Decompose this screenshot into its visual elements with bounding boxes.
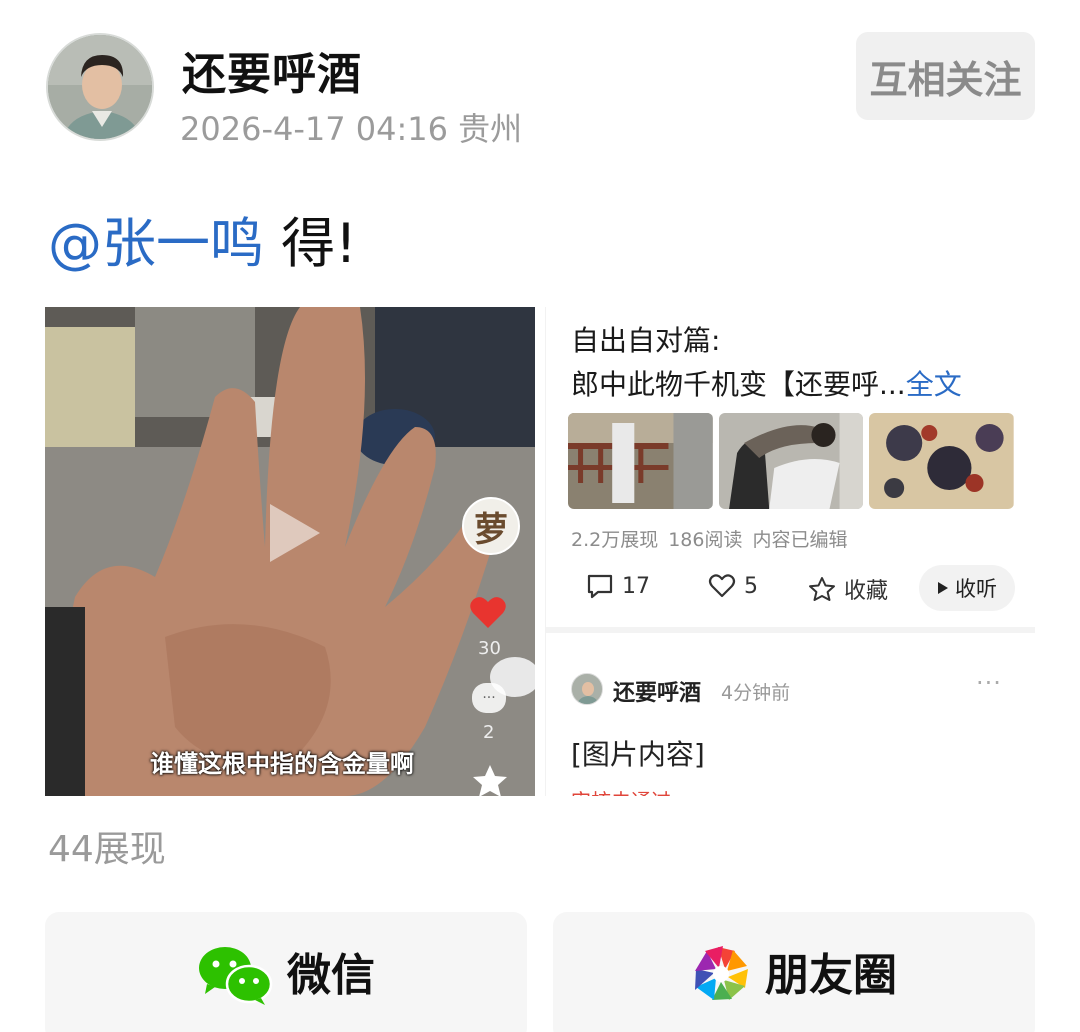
comment-author-avatar[interactable]	[571, 673, 603, 705]
article-edited-status: 内容已编辑	[752, 529, 848, 551]
article-like-count: 5	[744, 573, 758, 599]
favorite-label: 收藏	[844, 579, 889, 604]
heart-outline-icon	[708, 574, 736, 598]
article-card[interactable]: 自出自对篇: 郎中此物千机变【还要呼...全文 2.2万展现 186阅读 内容已…	[545, 307, 1035, 796]
comment-time: 4分钟前	[721, 682, 791, 704]
review-status: 审核未通过	[571, 785, 671, 796]
post-body: 得!	[264, 212, 357, 275]
comment-avatar-portrait	[572, 674, 602, 704]
article-title-line2: 郎中此物千机变【还要呼...全文	[571, 363, 962, 403]
post-time-location: 2026-4-17 04:16 贵州	[180, 110, 523, 148]
article-title-line1: 自出自对篇:	[571, 324, 721, 357]
share-moments-button[interactable]: 朋友圈	[553, 912, 1035, 1032]
article-comment-button[interactable]: 17	[586, 573, 650, 599]
thumbnail-fence-image	[568, 413, 713, 509]
mention-link[interactable]: @张一鸣	[48, 212, 264, 275]
author-avatar[interactable]	[46, 33, 154, 141]
article-reads: 186阅读	[668, 529, 743, 551]
thumbnail-painting-image	[869, 413, 1015, 509]
article-stats: 2.2万展现 186阅读 内容已编辑	[571, 525, 858, 552]
fulltext-link[interactable]: 全文	[906, 368, 962, 401]
comment-content: [图片内容]	[571, 738, 705, 771]
mutual-follow-button[interactable]: 互相关注	[856, 32, 1035, 120]
more-options-icon[interactable]: ···	[976, 669, 1002, 697]
play-small-icon	[938, 582, 948, 594]
article-title-text: 郎中此物千机变【还要呼...	[571, 368, 906, 401]
post-text: @张一鸣 得!	[48, 212, 357, 276]
share-wechat-button[interactable]: 微信	[45, 912, 527, 1032]
comment-author-name[interactable]: 还要呼酒	[613, 675, 701, 707]
video-comment-count: 2	[483, 722, 495, 743]
section-divider	[546, 627, 1035, 633]
article-favorite-button[interactable]: 收藏	[808, 573, 888, 605]
listen-button[interactable]: 收听	[919, 565, 1015, 611]
moments-label: 朋友圈	[765, 951, 897, 1000]
video-like-count: 30	[478, 638, 501, 659]
comment-icon[interactable]: ···	[472, 683, 506, 713]
thumbnail-1[interactable]	[568, 413, 713, 509]
heart-icon[interactable]	[469, 594, 507, 630]
listen-label: 收听	[955, 577, 997, 601]
video-caption: 谁懂这根中指的含金量啊	[150, 750, 414, 778]
article-comment-count: 17	[622, 573, 650, 599]
play-icon[interactable]	[262, 498, 326, 568]
thumbnail-3[interactable]	[869, 413, 1015, 509]
wechat-label: 微信	[287, 951, 375, 1000]
wechat-icon	[199, 947, 273, 1005]
avatar-portrait	[48, 35, 152, 139]
video-author-avatar[interactable]: 萝	[462, 497, 520, 555]
star-icon[interactable]	[470, 763, 510, 797]
comment-icon	[587, 574, 613, 599]
thumbnail-people-image	[718, 413, 864, 509]
article-actions: 17 5 收藏 收听	[546, 565, 1035, 615]
star-outline-icon	[809, 577, 835, 601]
article-views: 2.2万展现	[571, 529, 659, 551]
article-thumbnails	[568, 413, 1015, 509]
thumbnail-2[interactable]	[718, 413, 864, 509]
post-view-count: 44展现	[48, 829, 166, 870]
article-like-button[interactable]: 5	[708, 573, 758, 599]
author-name[interactable]: 还要呼酒	[182, 38, 362, 102]
moments-icon	[695, 946, 748, 1000]
